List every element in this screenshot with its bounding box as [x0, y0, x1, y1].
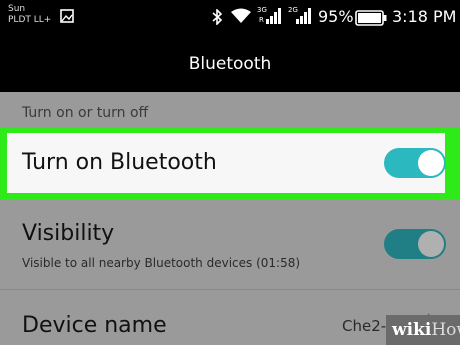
title-bar: Bluetooth — [0, 37, 460, 92]
page-title: Bluetooth — [188, 54, 272, 74]
device-name-row-label: Device name — [22, 313, 167, 338]
image-notification-icon — [60, 8, 74, 27]
visibility-row-label: Visibility — [22, 221, 115, 246]
carrier-info: Sun PLDT LL+ — [8, 4, 51, 26]
visibility-row[interactable]: Visibility Visible to all nearby Bluetoo… — [0, 199, 460, 289]
section-label: Turn on or turn off — [22, 105, 149, 121]
bluetooth-row-label: Turn on Bluetooth — [22, 150, 217, 175]
bluetooth-row-highlight: Turn on Bluetooth — [0, 127, 460, 199]
bluetooth-toggle[interactable] — [384, 148, 446, 178]
bluetooth-toggle-row[interactable]: Turn on Bluetooth — [7, 133, 446, 193]
visibility-toggle[interactable] — [384, 229, 446, 259]
battery-icon — [355, 10, 387, 30]
watermark-wiki: wiki — [392, 320, 432, 340]
bluetooth-icon — [212, 8, 223, 29]
clock: 3:18 PM — [392, 7, 457, 26]
status-bar: Sun PLDT LL+ 3G R 2G 95% 3:18 PM — [0, 0, 460, 37]
carrier-line-1: Sun — [8, 4, 26, 14]
toggle-knob — [418, 150, 444, 176]
battery-percent: 95% — [318, 7, 354, 26]
toggle-knob — [418, 231, 444, 257]
watermark-how: How — [431, 320, 460, 340]
signal-icon — [266, 8, 282, 28]
wikihow-watermark: wikiHow — [386, 315, 460, 345]
carrier-line-2: PLDT LL+ — [8, 15, 52, 25]
roaming-label: R — [259, 16, 264, 24]
visibility-row-subtitle: Visible to all nearby Bluetooth devices … — [22, 256, 301, 270]
wifi-icon — [230, 8, 252, 28]
signal-icon — [296, 8, 312, 28]
